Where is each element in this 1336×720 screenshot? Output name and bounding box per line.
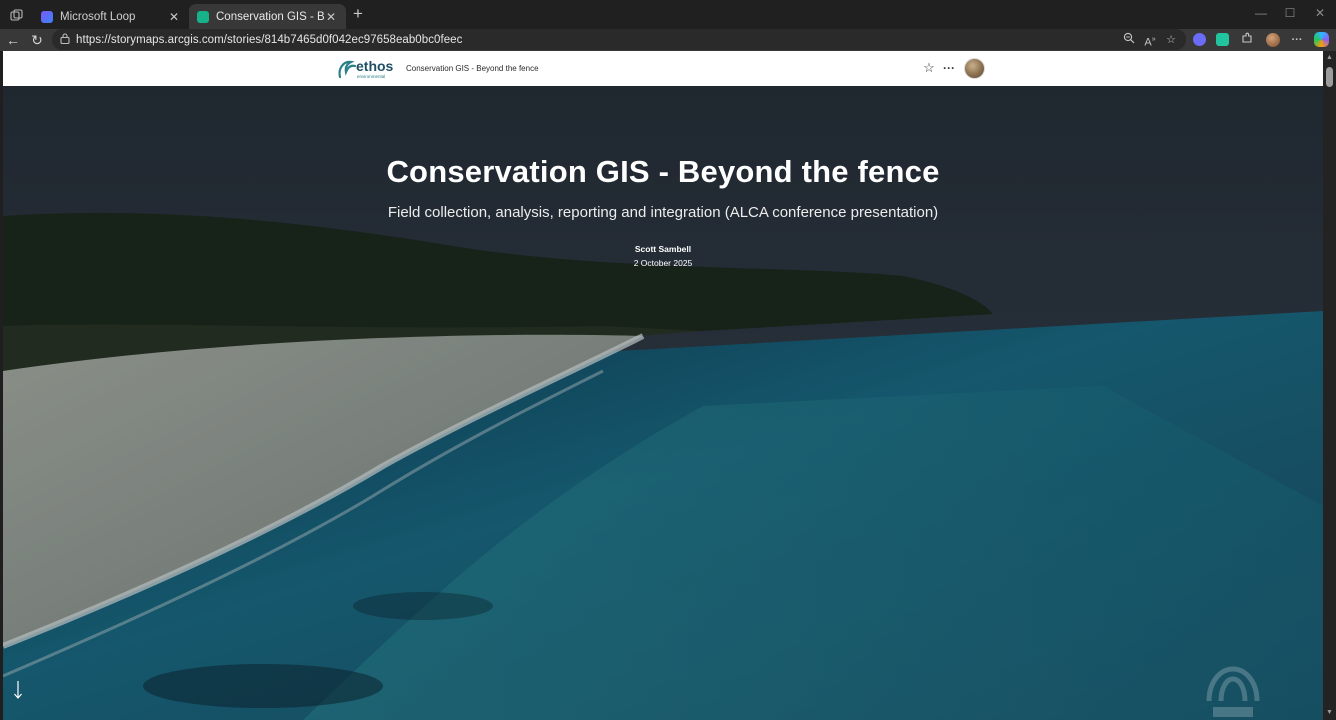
zoom-icon[interactable] bbox=[1121, 32, 1137, 48]
favorite-star-icon[interactable]: ☆ bbox=[1163, 32, 1179, 48]
more-icon[interactable]: ··· bbox=[1289, 32, 1305, 48]
address-bar[interactable]: https://storymaps.arcgis.com/stories/814… bbox=[52, 29, 1186, 50]
cover-author: Scott Sambell bbox=[634, 244, 692, 254]
tab-title: Microsoft Loop bbox=[60, 10, 136, 23]
bookmark-star-icon[interactable]: ☆ bbox=[921, 60, 937, 76]
tab-title: Conservation GIS - Beyond the fe bbox=[216, 10, 324, 23]
extension-purple-icon[interactable] bbox=[1193, 33, 1206, 46]
storymaps-favicon-icon bbox=[197, 10, 209, 23]
storymap-header: ethos environmental Conservation GIS - B… bbox=[3, 51, 1323, 86]
cover-subtitle: Field collection, analysis, reporting an… bbox=[387, 204, 939, 221]
profile-avatar-icon[interactable] bbox=[1266, 33, 1280, 47]
tab-conservation-gis[interactable]: Conservation GIS - Beyond the fe ✕ bbox=[189, 4, 346, 29]
refresh-icon[interactable]: ↻ bbox=[28, 31, 46, 49]
scroll-down-arrow-icon[interactable] bbox=[12, 680, 24, 700]
page-viewport: ethos environmental Conservation GIS - B… bbox=[3, 51, 1323, 720]
tab-actions-icon[interactable] bbox=[6, 6, 26, 24]
plus-icon[interactable]: + bbox=[349, 5, 367, 23]
browser-toolbar: ← ↻ https://storymaps.arcgis.com/stories… bbox=[0, 29, 1336, 51]
abc-tv-watermark-icon bbox=[1206, 666, 1260, 717]
tab-microsoft-loop[interactable]: Microsoft Loop ✕ bbox=[33, 4, 189, 29]
close-icon[interactable]: ✕ bbox=[167, 10, 181, 24]
minimize-icon[interactable]: — bbox=[1253, 6, 1269, 20]
logo-subtext: environmental bbox=[357, 74, 385, 79]
read-aloud-icon[interactable]: A» bbox=[1142, 32, 1158, 49]
extension-green-icon[interactable] bbox=[1216, 33, 1229, 46]
cover-date: 2 October 2025 bbox=[633, 258, 693, 268]
page-scrollbar[interactable]: ▲ ▼ bbox=[1323, 51, 1336, 720]
close-window-icon[interactable]: ✕ bbox=[1312, 6, 1328, 20]
url-text[interactable]: https://storymaps.arcgis.com/stories/814… bbox=[76, 34, 462, 46]
maximize-icon[interactable]: ☐ bbox=[1282, 6, 1298, 20]
loop-favicon-icon bbox=[41, 10, 53, 23]
scroll-down-icon[interactable]: ▼ bbox=[1326, 709, 1333, 716]
lock-icon[interactable] bbox=[58, 32, 72, 47]
logo-text: ethos bbox=[356, 58, 394, 74]
copilot-icon[interactable] bbox=[1314, 32, 1329, 47]
browser-titlebar: Microsoft Loop ✕ Conservation GIS - Beyo… bbox=[0, 0, 1336, 29]
ethos-logo[interactable]: ethos environmental bbox=[337, 57, 399, 81]
storymap-header-title: Conservation GIS - Beyond the fence bbox=[406, 64, 539, 73]
more-options-icon[interactable]: ··· bbox=[941, 60, 957, 76]
back-icon[interactable]: ← bbox=[4, 31, 22, 49]
scroll-up-icon[interactable]: ▲ bbox=[1326, 54, 1333, 61]
avatar[interactable] bbox=[964, 58, 985, 79]
cover-title: Conservation GIS - Beyond the fence bbox=[386, 154, 940, 189]
close-icon[interactable]: ✕ bbox=[324, 10, 338, 24]
storymap-cover: Conservation GIS - Beyond the fence Fiel… bbox=[3, 86, 1323, 720]
extensions-icon[interactable] bbox=[1239, 32, 1255, 48]
scrollbar-thumb[interactable] bbox=[1326, 67, 1333, 87]
